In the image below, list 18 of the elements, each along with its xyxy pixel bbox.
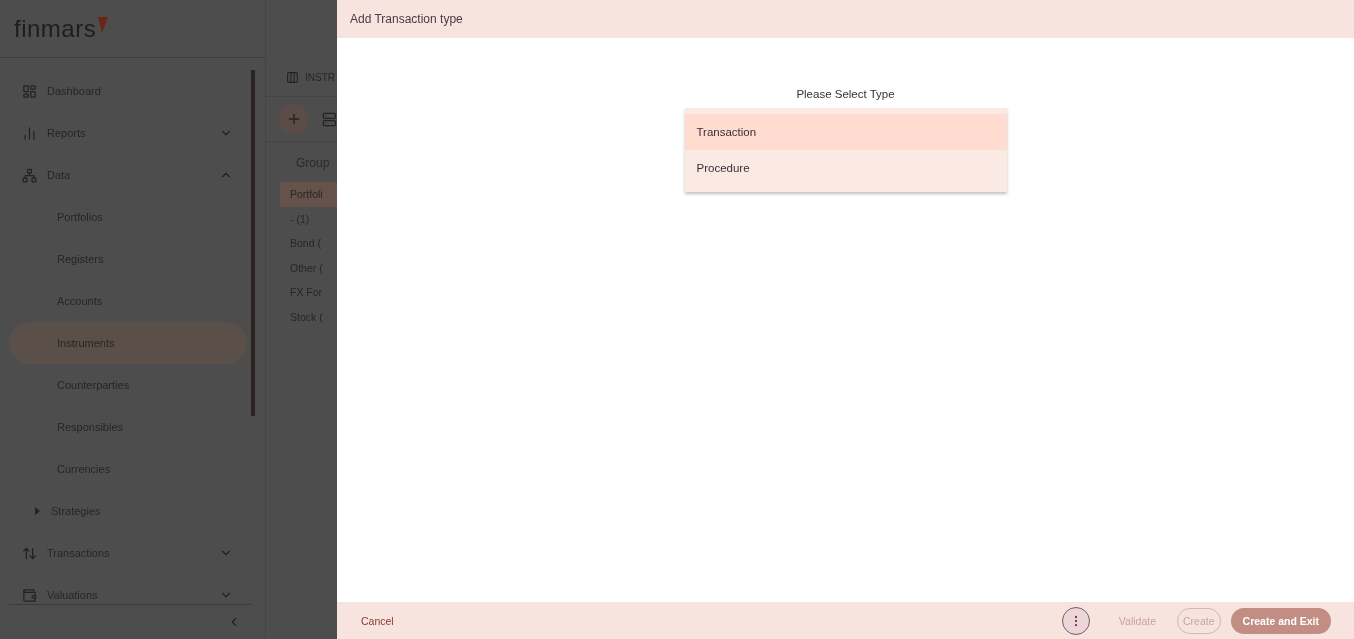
create-and-exit-button[interactable]: Create and Exit [1230,607,1331,634]
up-down-arrows-icon [22,545,37,561]
menu-option[interactable]: Transaction [684,114,1007,150]
wallet-icon [22,587,37,603]
dialog-title: Add Transaction type [350,12,463,26]
cancel-button[interactable]: Cancel [350,608,405,633]
menu-option[interactable]: Procedure [684,150,1007,186]
group-item[interactable]: Portfoli [280,182,337,207]
hierarchy-icon [22,167,37,183]
scrollbar[interactable] [251,70,255,416]
caret-icon [35,507,41,515]
bar-chart-icon [22,125,37,141]
server-icon[interactable] [322,111,337,127]
add-button[interactable] [279,104,309,134]
columns-icon [286,70,299,84]
dashboard-icon [22,83,37,99]
more-button[interactable] [1061,606,1090,635]
prompt-text: Please Select Type [796,88,895,100]
